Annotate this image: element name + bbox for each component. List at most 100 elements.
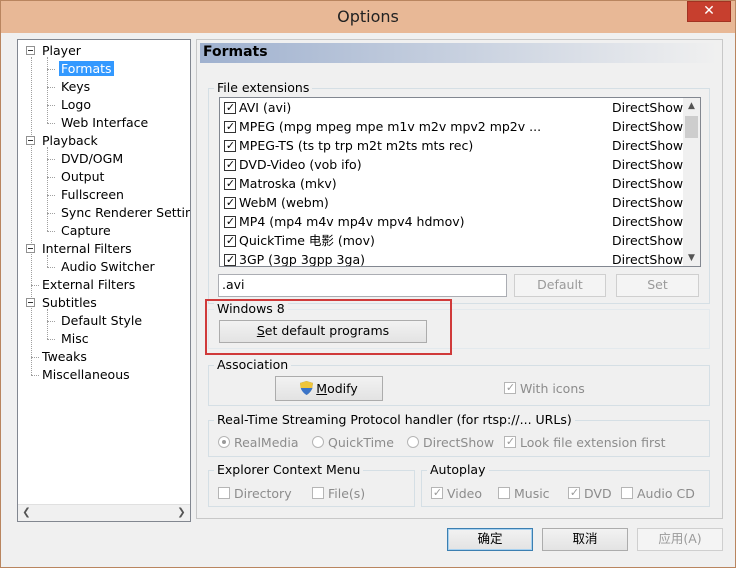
radio-realmedia[interactable]: RealMedia [218,435,298,451]
autoplay-audiocd-check [621,487,633,499]
tree-item-label: Audio Switcher [61,259,155,274]
tree-item-subtitles[interactable]: Subtitles [42,294,97,312]
close-icon[interactable]: ✕ [687,1,731,22]
explorer-context-menu-label: Explorer Context Menu [214,462,364,478]
tree-connector [47,309,48,339]
extension-checkbox[interactable] [224,254,236,266]
tree-connector [47,321,55,322]
tree-item-logo[interactable]: Logo [61,96,91,114]
collapse-toggle-icon[interactable] [26,136,35,145]
tree-connector [47,255,48,267]
scroll-left-icon[interactable]: ❮ [18,505,35,521]
tree-item-miscellaneous[interactable]: Miscellaneous [42,366,130,384]
extension-handler: DirectShow [612,176,684,191]
extension-row[interactable]: MP4 (mp4 m4v mp4v mpv4 hdmov) DirectShow [220,212,684,231]
extension-checkbox[interactable] [224,102,236,114]
extension-row[interactable]: MPEG (mpg mpeg mpe m1v m2v mpv2 mp2v ...… [220,117,684,136]
extension-row[interactable]: WebM (webm) DirectShow [220,193,684,212]
extension-checkbox[interactable] [224,235,236,247]
title-bar: Options ✕ [1,1,735,33]
extension-checkbox[interactable] [224,121,236,133]
autoplay-video-label: Video [446,486,483,501]
extension-name: WebM (webm) [239,195,329,210]
tree-item-internal-filters[interactable]: Internal Filters [42,240,132,258]
tree-item-external-filters[interactable]: External Filters [42,276,135,294]
files-label: File(s) [327,486,366,501]
default-button[interactable]: Default [514,274,606,297]
tree-item-label: Sync Renderer Setting [61,205,191,220]
autoplay-dvd-checkbox[interactable]: DVD [568,486,612,502]
collapse-toggle-icon[interactable] [26,298,35,307]
autoplay-audiocd-checkbox[interactable]: Audio CD [621,486,695,502]
tree-connector [47,339,55,340]
tree-item-playback[interactable]: Playback [42,132,98,150]
extension-row[interactable]: QuickTime 电影 (mov) DirectShow [220,231,684,250]
autoplay-label: Autoplay [427,462,489,478]
tree-item-label: Fullscreen [61,187,124,202]
directory-checkbox[interactable]: Directory [218,486,292,502]
extension-checkbox[interactable] [224,216,236,228]
apply-button[interactable]: 应用(A) [637,528,723,551]
extension-row[interactable]: Matroska (mkv) DirectShow [220,174,684,193]
tree-item-label: Output [61,169,105,184]
look-extension-first-checkbox[interactable]: Look file extension first [504,435,666,451]
autoplay-video-checkbox[interactable]: Video [431,486,482,502]
extension-handler: DirectShow [612,233,684,248]
tree-item-fullscreen[interactable]: Fullscreen [61,186,124,204]
scroll-up-icon[interactable]: ▲ [683,98,700,114]
extensions-list[interactable]: AVI (avi)DirectShowMPEG (mpg mpeg mpe m1… [219,97,701,267]
extension-checkbox[interactable] [224,197,236,209]
modify-button[interactable]: Modify [275,376,383,401]
autoplay-audiocd-label: Audio CD [636,486,695,501]
tree-connector [47,69,55,70]
radio-directshow[interactable]: DirectShow [407,435,494,451]
collapse-toggle-icon[interactable] [26,46,35,55]
autoplay-dvd-label: DVD [583,486,612,501]
tree-item-label: Player [42,43,81,58]
extension-row[interactable]: DVD-Video (vob ifo) DirectShow [220,155,684,174]
extension-handler: DirectShow [612,157,684,172]
with-icons-checkbox[interactable]: With icons [504,381,585,397]
tree-item-keys[interactable]: Keys [61,78,90,96]
extension-checkbox[interactable] [224,140,236,152]
tree-connector [31,375,39,376]
scroll-down-icon[interactable]: ▼ [683,250,700,266]
shield-icon [300,379,314,395]
autoplay-music-checkbox[interactable]: Music [498,486,550,502]
extension-checkbox[interactable] [224,159,236,171]
tree-connector [47,159,55,160]
set-button[interactable]: Set [616,274,699,297]
tree-item-web-interface[interactable]: Web Interface [61,114,148,132]
scroll-right-icon[interactable]: ❯ [173,505,190,521]
tree-horizontal-scrollbar[interactable]: ❮ ❯ [18,504,190,521]
extension-name: AVI (avi) [239,100,292,115]
extension-row[interactable]: 3GP (3gp 3gpp 3ga) DirectShow [220,250,684,266]
tree-item-tweaks[interactable]: Tweaks [42,348,87,366]
extension-row[interactable]: MPEG-TS (ts tp trp m2t m2ts mts rec) Dire… [220,136,684,155]
files-checkbox[interactable]: File(s) [312,486,365,502]
tree-item-dvd-ogm[interactable]: DVD/OGM [61,150,123,168]
ok-button[interactable]: 确定 [447,528,533,551]
tree-connector [47,195,55,196]
with-icons-label: With icons [519,381,585,396]
options-tree[interactable]: Player Formats Keys Logo Web Interface Playba… [17,39,191,522]
tree-item-capture[interactable]: Capture [61,222,111,240]
radio-quicktime[interactable]: QuickTime [312,435,394,451]
tree-item-formats[interactable]: Formats [59,60,114,78]
tree-item-label: Misc [61,331,89,346]
cancel-button[interactable]: 取消 [542,528,628,551]
extension-name: DVD-Video (vob ifo) [239,157,362,172]
tree-item-audio-switcher[interactable]: Audio Switcher [61,258,155,276]
extension-input[interactable]: .avi [218,274,507,297]
extensions-vertical-scrollbar[interactable]: ▲ ▼ [683,98,700,266]
extension-row[interactable]: AVI (avi) DirectShow [220,98,684,117]
scrollbar-thumb[interactable] [685,116,698,138]
tree-item-output[interactable]: Output [61,168,104,186]
tree-item-label: Logo [61,97,91,112]
extension-checkbox[interactable] [224,178,236,190]
collapse-toggle-icon[interactable] [26,244,35,253]
tree-item-sync-renderer-setting[interactable]: Sync Renderer Setting [61,204,191,222]
tree-item-default-style[interactable]: Default Style [61,312,142,330]
tree-item-misc[interactable]: Misc [61,330,89,348]
directory-label: Directory [233,486,292,501]
